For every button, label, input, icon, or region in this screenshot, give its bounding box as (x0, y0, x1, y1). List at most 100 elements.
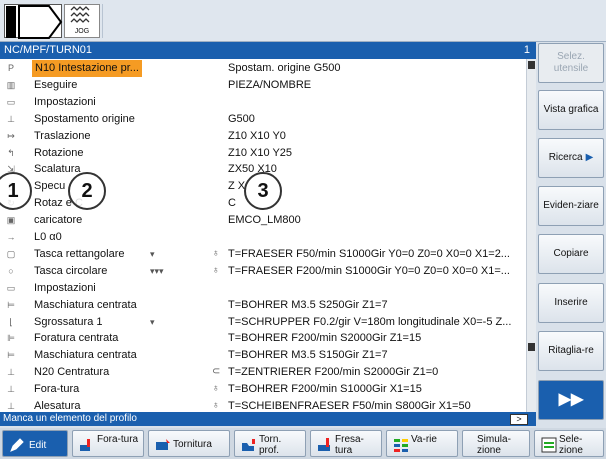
softkey-cut[interactable]: Ritaglia-re (538, 331, 604, 371)
program-row[interactable]: ⊥ Spostamento origine G500 (0, 111, 526, 128)
softkey-search[interactable]: Ricerca ▶ (538, 138, 604, 178)
row-value: C (228, 197, 236, 210)
row-value: PIEZA/NOMBRE (228, 78, 312, 91)
softkey-more[interactable]: ▶▶ (538, 380, 604, 420)
callout-3: 3 (244, 172, 282, 210)
program-row[interactable]: ▭ Impostazioni (0, 280, 526, 297)
softkey-graphic-view[interactable]: Vista grafica (538, 90, 604, 130)
bottom-edit-button[interactable]: Edit (2, 430, 68, 457)
program-row[interactable]: ⊥ Fora-tura ♁ T=BOHRER F200/min S1000Gir X1… (0, 381, 526, 398)
row-marker-icon: ♁ (212, 247, 220, 259)
bottom-contour-turning-button[interactable]: Torn. prof. (234, 430, 306, 457)
status-expand-button[interactable]: > (510, 414, 528, 425)
softkey-copy[interactable]: Copiare (538, 234, 604, 274)
program-list[interactable]: P N10 Intestazione pr... Spostam. origine … (0, 59, 526, 412)
cycle-icon: ⊥ (7, 384, 15, 395)
row-value: T=BOHRER F200/min S2000Gir Z1=15 (228, 332, 422, 345)
program-row[interactable]: ▥ Eseguire PIEZA/NOMBRE (0, 77, 526, 94)
cycle-icon: ⌊ (9, 316, 13, 327)
drilling-icon (80, 439, 90, 451)
row-name: L0 α0 (34, 231, 62, 243)
scroll-up-icon[interactable] (528, 61, 535, 69)
row-value: T=BOHRER M3.5 S150Gir Z1=7 (228, 349, 388, 362)
program-row[interactable]: ⊨ Maschiatura centrata T=BOHRER M3.5 S250G… (0, 297, 526, 314)
program-row[interactable]: ⊥ N20 Centratura ⊂ T=ZENTRIERER F200/min S2… (0, 364, 526, 381)
edit-icon (10, 438, 24, 452)
jog-label: JOG (74, 28, 90, 35)
cycle-icon: P (7, 63, 14, 73)
row-value: Spostam. origine G500 (228, 62, 341, 74)
bottom-milling-label: Fresa-tura (335, 434, 364, 456)
contour-turning-icon (242, 439, 255, 451)
cycle-icon: ▭ (6, 282, 16, 293)
row-name: Fora-tura (34, 383, 80, 396)
bottom-contour-turning-label: Torn. prof. (259, 434, 282, 456)
program-row[interactable]: ▣ caricatore EMCO_LM800 (0, 212, 526, 229)
softkey-select-tool[interactable]: Selez. utensile (538, 43, 604, 83)
program-row[interactable]: ▢ Tasca rettangolare ▾ ♁ T=FRAESER F50/min S… (0, 246, 526, 263)
row-name: N20 Centratura (34, 366, 110, 379)
row-name: Traslazione (34, 129, 91, 142)
softkey-insert[interactable]: Inserire (538, 283, 604, 323)
top-bar: JOG (0, 0, 606, 42)
program-row[interactable]: ⊫ Foratura centrata T=BOHRER F200/min S200… (0, 330, 526, 347)
program-row[interactable]: ⊨ Maschiatura centrata T=BOHRER M3.5 S150G… (0, 347, 526, 364)
row-name: Eseguire (34, 78, 78, 91)
row-name: Foratura centrata (34, 332, 119, 345)
row-value: EMCO_LM800 (228, 214, 301, 227)
row-dots: ▾ (150, 316, 155, 327)
cycle-icon: ⊥ (7, 367, 15, 378)
program-row[interactable]: ○ Tasca circolare ▾▾▾ ♁ T=FRAESER F200/min S… (0, 263, 526, 280)
row-value: G500 (228, 112, 255, 125)
program-row[interactable]: ↰ Rotazione Z10 X10 Y25 (0, 145, 526, 162)
bottom-softkey-bar: Edit Fora-tura Tornitura Torn. prof. Fre… (0, 428, 606, 459)
bottom-selection-button[interactable]: Sele-zione (534, 430, 604, 457)
program-arrow-icon (4, 4, 63, 39)
scrollbar[interactable] (526, 59, 536, 412)
bottom-selection-label: Sele-zione (559, 434, 583, 456)
row-value: T=FRAESER F200/min S1000Gir Y0=0 Z0=0 X0… (228, 264, 510, 277)
row-value: T=SCHRUPPER F0.2/gir V=180m longitudinal… (228, 315, 512, 328)
cycle-icon: ⊥ (7, 113, 15, 124)
bottom-turning-button[interactable]: Tornitura (148, 430, 230, 457)
softkey-search-label: Ricerca (548, 152, 583, 163)
row-name: Rotazione (34, 146, 84, 159)
cycle-icon: ⊨ (7, 299, 15, 310)
row-name: Impostazioni (34, 95, 96, 108)
row-dots: ▾ (150, 248, 155, 259)
row-value: Z10 X10 Y25 (228, 146, 293, 159)
row-name: Tasca circolare (34, 264, 108, 277)
cycle-icon: → (6, 232, 16, 242)
program-row[interactable]: → L0 α0 (0, 229, 526, 246)
row-name: Tasca rettangolare (34, 247, 125, 260)
bottom-milling-button[interactable]: Fresa-tura (310, 430, 382, 457)
scroll-down-icon[interactable] (528, 343, 535, 351)
cycle-icon: ⊥ (7, 401, 15, 411)
bottom-drilling-label: Fora-tura (97, 434, 139, 445)
row-name: Impostazioni (34, 281, 96, 294)
bottom-edit-label: Edit (29, 440, 47, 451)
various-icon (394, 439, 408, 452)
milling-icon (318, 438, 330, 451)
cycle-icon: ▢ (6, 248, 16, 259)
cycle-icon: ▣ (6, 215, 16, 226)
row-dots: ▾▾▾ (150, 265, 164, 276)
bottom-drilling-button[interactable]: Fora-tura (72, 430, 144, 457)
row-name: N10 Intestazione pr... (32, 60, 142, 77)
row-marker-icon: ♁ (212, 264, 220, 276)
softkey-mark[interactable]: Eviden-ziare (538, 186, 604, 226)
program-row[interactable]: ↦ Traslazione Z10 X10 Y0 (0, 128, 526, 145)
program-row[interactable]: ⌊ Sgrossatura 1 ▾ T=SCHRUPPER F0.2/gir V=18… (0, 314, 526, 331)
bottom-turning-label: Tornitura (173, 439, 212, 450)
program-row[interactable]: ▭ Impostazioni (0, 94, 526, 111)
row-value: T=BOHRER M3.5 S250Gir Z1=7 (228, 298, 388, 311)
row-value: Z10 X10 Y0 (228, 129, 286, 142)
program-row[interactable]: P N10 Intestazione pr... Spostam. origine … (0, 60, 526, 77)
top-info-area (102, 4, 602, 38)
selection-icon (541, 437, 557, 453)
bottom-various-button[interactable]: Va-rie (386, 430, 458, 457)
bottom-simulation-button[interactable]: Simula-zione (462, 430, 530, 457)
cycle-icon: ↦ (7, 130, 15, 141)
callout-2: 2 (68, 172, 106, 210)
row-marker-icon: ♁ (212, 383, 220, 395)
